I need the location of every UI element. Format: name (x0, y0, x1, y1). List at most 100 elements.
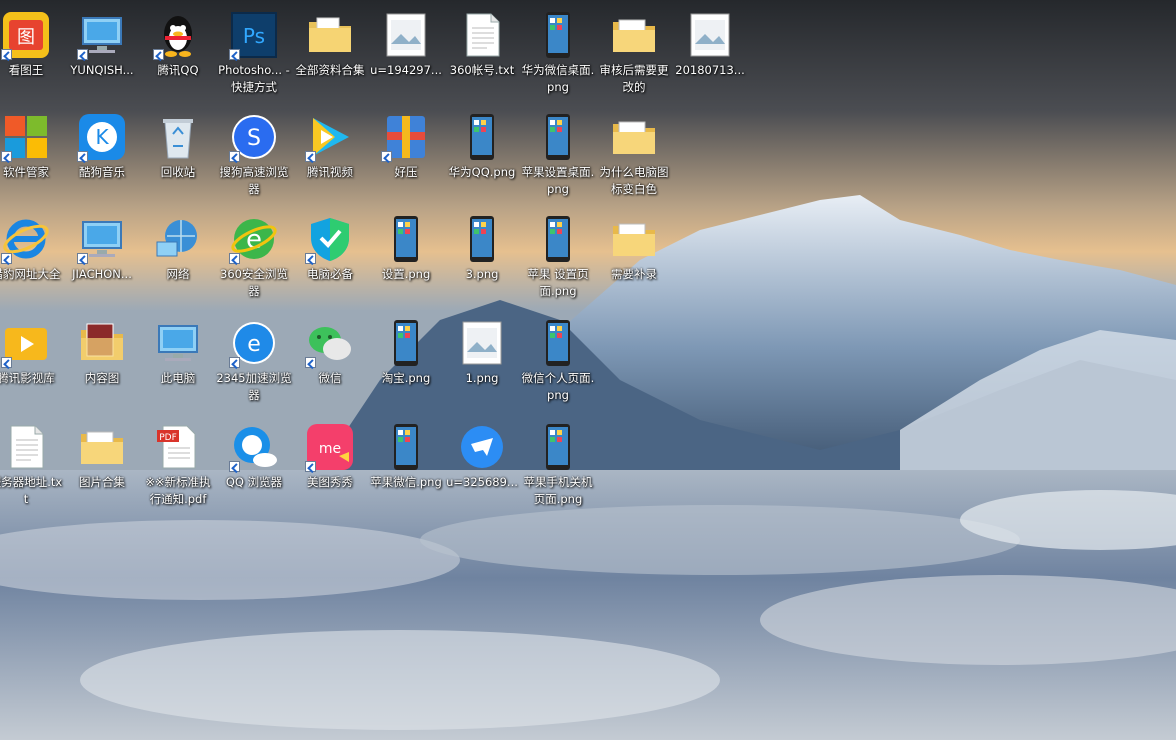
desktop-icon[interactable]: 360帐号.txt (444, 4, 520, 104)
desktop-icon[interactable]: 审核后需要更改的 (596, 4, 672, 104)
phone-screenshot-icon (533, 422, 583, 472)
desktop-icon-label: 此电脑 (160, 371, 196, 385)
haozip-icon (381, 112, 431, 162)
desktop-icon-label: 审核后需要更改的 (599, 63, 669, 94)
desktop-icon[interactable]: 1.png (444, 312, 520, 412)
desktop-icon[interactable]: 苹果手机关机页面.png (520, 416, 596, 516)
sogou-browser-icon: S (229, 112, 279, 162)
shortcut-arrow-icon (305, 253, 316, 264)
desktop-icon[interactable]: JIACHON... (64, 208, 140, 308)
desktop-icon[interactable]: 苹果 设置页面.png (520, 208, 596, 308)
desktop-icon[interactable]: 电脑必备 (292, 208, 368, 308)
desktop-icon-label: 美图秀秀 (307, 475, 353, 489)
desktop-icon[interactable]: 全部资料合集 (292, 4, 368, 104)
svg-text:K: K (95, 125, 109, 149)
desktop-icon-label: JIACHON... (72, 267, 132, 281)
svg-text:me: me (319, 441, 341, 457)
desktop-icon[interactable]: me 美图秀秀 (292, 416, 368, 516)
desktop-icon[interactable]: S 搜狗高速浏览器 (216, 106, 292, 206)
desktop-icon[interactable]: 苹果设置桌面.png (520, 106, 596, 206)
pdf-file-icon: PDF (153, 422, 203, 472)
desktop-icon[interactable]: 图看图王 (0, 4, 64, 104)
desktop-icon[interactable]: 图片合集 (64, 416, 140, 516)
desktop-icon[interactable]: PDF ※※新标准执行通知.pdf (140, 416, 216, 516)
desktop-icon[interactable]: 苹果微信.png (368, 416, 444, 516)
photoshop-icon: Ps (229, 10, 279, 60)
phone-screenshot-icon (381, 318, 431, 368)
desktop-icon-label: 360帐号.txt (449, 63, 515, 77)
desktop-icon[interactable]: 内容图 (64, 312, 140, 412)
desktop-icon[interactable]: 为什么电脑图标变白色 (596, 106, 672, 206)
desktop-icon[interactable]: e 2345加速浏览器 (216, 312, 292, 412)
text-file-icon (457, 10, 507, 60)
desktop-icon[interactable]: YUNQISH... (64, 4, 140, 104)
desktop-icon[interactable]: 服务器地址.txt (0, 416, 64, 516)
svg-text:PDF: PDF (159, 433, 177, 443)
desktop-icon-label: 内容图 (84, 371, 120, 385)
desktop-icon[interactable]: u=325689... (444, 416, 520, 516)
desktop-icon-label: 搜狗高速浏览器 (219, 165, 289, 196)
qq-penguin-icon (153, 10, 203, 60)
desktop-icon-label: 网络 (166, 267, 190, 281)
desktop-icon[interactable]: 20180713... (672, 4, 748, 104)
folder-icon (609, 214, 659, 264)
desktop-icon[interactable]: 腾讯视频 (292, 106, 368, 206)
desktop-icon-label: u=194297... (370, 63, 442, 77)
shortcut-arrow-icon (305, 151, 316, 162)
desktop-icon[interactable]: 微信个人页面.png (520, 312, 596, 412)
desktop-icon-label: 猎豹网址大全 (0, 267, 61, 281)
desktop-icon[interactable]: QQ 浏览器 (216, 416, 292, 516)
desktop-icon[interactable]: u=194297... (368, 4, 444, 104)
desktop-icon[interactable]: 3.png (444, 208, 520, 308)
image-file-icon (381, 10, 431, 60)
dingtalk-icon (457, 422, 507, 472)
desktop-icon[interactable]: e 360安全浏览器 (216, 208, 292, 308)
shortcut-arrow-icon (229, 461, 240, 472)
shortcut-arrow-icon (77, 49, 88, 60)
shortcut-arrow-icon (381, 151, 392, 162)
desktop-icon[interactable]: 设置.png (368, 208, 444, 308)
qq-browser-icon (229, 422, 279, 472)
2345-browser-icon: e (229, 318, 279, 368)
desktop-icon[interactable]: 腾讯影视库 (0, 312, 64, 412)
software-manager-icon (1, 112, 51, 162)
desktop-icon[interactable]: 猎豹网址大全 (0, 208, 64, 308)
image-file-icon (685, 10, 735, 60)
shortcut-arrow-icon (229, 151, 240, 162)
svg-text:图: 图 (17, 27, 35, 48)
svg-text:e: e (247, 332, 261, 357)
desktop-icon-label: 2345加速浏览器 (216, 371, 292, 402)
desktop-icon-label: 酷狗音乐 (79, 165, 125, 179)
desktop-icon[interactable]: 好压 (368, 106, 444, 206)
phone-screenshot-icon (381, 214, 431, 264)
desktop-icon[interactable]: 淘宝.png (368, 312, 444, 412)
desktop-icon[interactable]: 网络 (140, 208, 216, 308)
desktop-icon[interactable]: Ps Photosho... - 快捷方式 (216, 4, 292, 104)
shortcut-arrow-icon (1, 151, 12, 162)
desktop-icon[interactable]: 腾讯QQ (140, 4, 216, 104)
shortcut-arrow-icon (1, 49, 12, 60)
phone-screenshot-icon (533, 214, 583, 264)
desktop-icon[interactable]: 此电脑 (140, 312, 216, 412)
desktop-icon[interactable]: 回收站 (140, 106, 216, 206)
desktop-icon-label: 微信 (318, 371, 342, 385)
desktop-icon[interactable]: 软件管家 (0, 106, 64, 206)
shortcut-arrow-icon (229, 49, 240, 60)
desktop-icon[interactable]: 需要补录 (596, 208, 672, 308)
desktop-icon-label: 3.png (465, 267, 499, 281)
desktop-icon[interactable]: 华为QQ.png (444, 106, 520, 206)
desktop-icon[interactable]: K 酷狗音乐 (64, 106, 140, 206)
desktop-icon-label: 电脑必备 (307, 267, 353, 281)
phone-screenshot-icon (533, 112, 583, 162)
phone-screenshot-icon (381, 422, 431, 472)
desktop-icon-label: 回收站 (160, 165, 196, 179)
desktop-icon-label: 苹果 设置页面.png (527, 267, 589, 298)
phone-screenshot-icon (457, 214, 507, 264)
folder-icon (77, 422, 127, 472)
desktop-icon-label: 软件管家 (3, 165, 49, 179)
folder-images-icon (77, 318, 127, 368)
desktop-icon-label: 设置.png (381, 267, 431, 281)
desktop-icon[interactable]: 微信 (292, 312, 368, 412)
shortcut-arrow-icon (229, 357, 240, 368)
desktop-icon[interactable]: 华为微信桌面.png (520, 4, 596, 104)
